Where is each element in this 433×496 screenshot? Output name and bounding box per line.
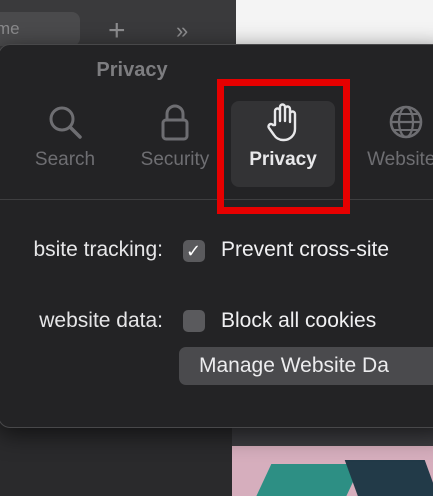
artwork-band — [252, 464, 362, 496]
toolbar-item-security[interactable]: Security — [129, 101, 221, 187]
background-artwork — [232, 424, 433, 496]
globe-icon — [351, 101, 433, 143]
privacy-highlight-box — [217, 79, 350, 214]
website-data-label: website data: — [39, 309, 163, 332]
block-cookies-checkbox[interactable] — [183, 310, 205, 332]
screen: me + » Privacy Search Security Privacy W… — [0, 0, 433, 496]
tab-overflow-icon[interactable]: » — [176, 20, 188, 42]
manage-website-data-button[interactable]: Manage Website Da — [179, 347, 433, 385]
background-tab[interactable]: me — [0, 12, 80, 46]
lock-icon — [129, 101, 221, 143]
block-cookies-label[interactable]: Block all cookies — [221, 309, 376, 333]
prevent-tracking-label[interactable]: Prevent cross-site — [221, 238, 389, 262]
toolbar-item-search[interactable]: Search — [27, 101, 103, 187]
toolbar-item-label: Security — [140, 149, 210, 170]
checkmark-icon: ✓ — [186, 241, 202, 261]
website-tracking-label: bsite tracking: — [33, 238, 163, 261]
prevent-tracking-checkbox[interactable]: ✓ — [183, 240, 205, 262]
toolbar-item-websites[interactable]: Websites — [351, 101, 433, 187]
toolbar-item-label: Search — [34, 149, 96, 170]
search-icon — [27, 101, 103, 143]
new-tab-icon[interactable]: + — [108, 16, 126, 46]
toolbar-item-label: Websites — [367, 149, 433, 170]
artwork-band — [344, 460, 433, 496]
